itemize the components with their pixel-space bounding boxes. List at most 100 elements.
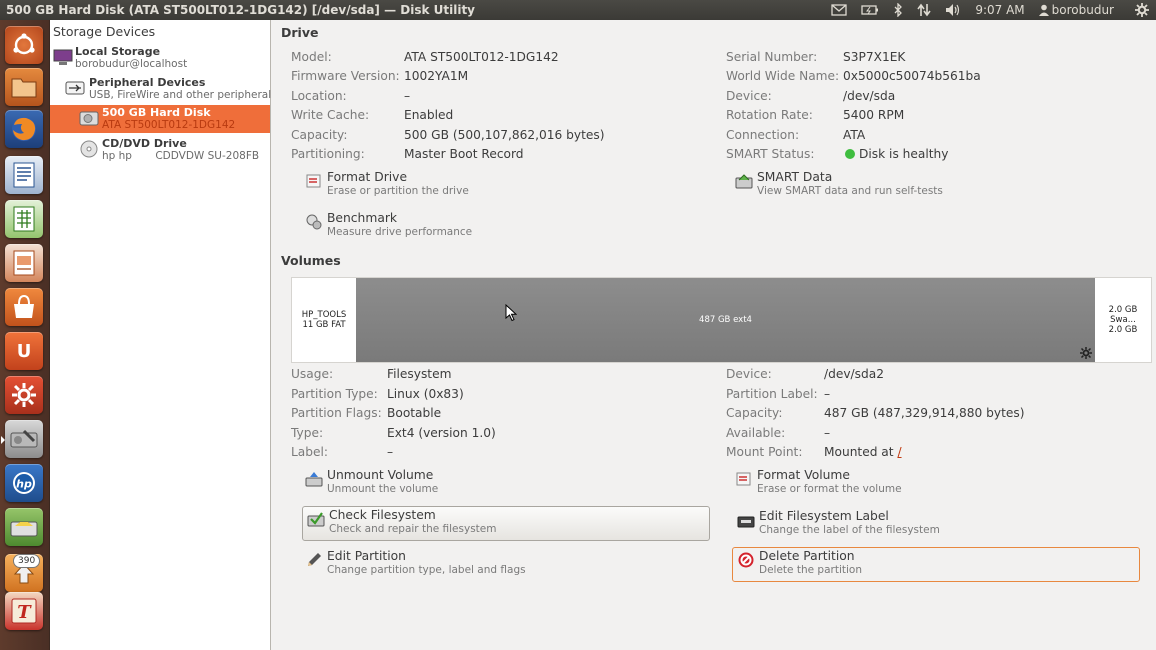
delete-partition-subtitle: Delete the partition xyxy=(759,564,862,576)
unmount-subtitle: Unmount the volume xyxy=(327,483,439,495)
label-label: Label: xyxy=(291,445,328,459)
format-volume-icon xyxy=(736,472,751,486)
volume-capacity-label: Capacity: xyxy=(726,406,783,420)
mount-point-link[interactable]: / xyxy=(897,445,901,459)
capacity-label: Capacity: xyxy=(291,128,348,142)
network-icon[interactable] xyxy=(917,3,931,17)
user-name: borobudur xyxy=(1051,3,1114,17)
wwn-label: World Wide Name: xyxy=(726,69,840,83)
device-500gb-hard-disk[interactable]: 500 GB Hard Disk ATA ST500LT012-1DG142 xyxy=(50,105,270,133)
benchmark-title: Benchmark xyxy=(327,211,398,225)
session-gear-icon[interactable] xyxy=(1135,3,1149,17)
edit-label-icon xyxy=(737,516,755,528)
device-name: 500 GB Hard Disk xyxy=(102,106,211,119)
partition-label-value: – xyxy=(824,387,831,401)
write-cache-value: Enabled xyxy=(404,108,454,122)
system-tray: 9:07 AM borobudur xyxy=(824,0,1156,20)
dash-home-icon[interactable] xyxy=(5,26,43,64)
volume-segment-ext4[interactable]: 487 GB ext4 xyxy=(356,278,1095,362)
edit-label-subtitle: Change the label of the filesystem xyxy=(759,524,940,536)
format-drive-subtitle: Erase or partition the drive xyxy=(327,185,469,197)
device-name: Peripheral Devices xyxy=(89,76,206,89)
segment-name: 2.0 GB Swa... xyxy=(1108,305,1138,325)
software-center-icon[interactable] xyxy=(5,288,43,326)
partition-label-label: Partition Label: xyxy=(726,387,818,401)
format-volume-button[interactable]: Format Volume Erase or format the volume xyxy=(731,467,991,500)
check-filesystem-title: Check Filesystem xyxy=(329,508,436,522)
updates-count-badge: 390 xyxy=(13,554,41,568)
edit-partition-button[interactable]: Edit Partition Change partition type, la… xyxy=(301,548,561,581)
device-name: Local Storage xyxy=(75,45,161,58)
svg-text:hp: hp xyxy=(16,478,32,491)
rotation-value: 5400 RPM xyxy=(843,108,905,122)
smart-data-button[interactable]: SMART Data View SMART data and run self-… xyxy=(731,169,991,202)
label-value: – xyxy=(387,445,394,459)
volume-segment-hp-tools[interactable]: HP_TOOLS 11 GB FAT xyxy=(292,278,356,362)
format-drive-button[interactable]: Format Drive Erase or partition the driv… xyxy=(301,169,541,202)
device-subtitle: hp hp CDDVDW SU-208FB xyxy=(102,150,260,162)
delete-partition-button[interactable]: Delete Partition Delete the partition xyxy=(732,547,1140,582)
check-filesystem-subtitle: Check and repair the filesystem xyxy=(329,523,497,535)
device-label: Device: xyxy=(726,89,772,103)
clock[interactable]: 9:07 AM xyxy=(975,3,1024,17)
battery-icon[interactable] xyxy=(861,4,879,16)
partition-type-value: Linux (0x83) xyxy=(387,387,464,401)
mounted-gear-icon xyxy=(1080,347,1092,359)
format-drive-icon xyxy=(306,174,321,188)
device-subtitle: ATA ST500LT012-1DG142 xyxy=(102,119,236,131)
disk-utility-icon[interactable] xyxy=(5,420,43,458)
user-icon xyxy=(1038,4,1049,16)
mail-icon[interactable] xyxy=(831,4,847,16)
calc-icon[interactable] xyxy=(5,200,43,238)
ubuntu-one-icon[interactable]: U xyxy=(5,332,43,370)
smart-status-label: SMART Status: xyxy=(726,147,815,161)
impress-icon[interactable] xyxy=(5,244,43,282)
serial-label: Serial Number: xyxy=(726,50,818,64)
firefox-icon[interactable] xyxy=(5,110,43,148)
top-panel: 500 GB Hard Disk (ATA ST500LT012-1DG142)… xyxy=(0,0,1156,20)
delete-icon xyxy=(738,552,754,568)
smart-status-value: Disk is healthy xyxy=(845,147,948,161)
hp-icon[interactable]: hp xyxy=(5,464,43,502)
volume-icon[interactable] xyxy=(945,3,961,17)
active-app-indicator xyxy=(1,436,5,444)
partition-type-label: Partition Type: xyxy=(291,387,378,401)
segment-name: HP_TOOLS xyxy=(301,310,347,320)
edit-filesystem-label-button[interactable]: Edit Filesystem Label Change the label o… xyxy=(733,508,993,541)
mount-point-label: Mount Point: xyxy=(726,445,803,459)
usage-label: Usage: xyxy=(291,367,334,381)
benchmark-button[interactable]: Benchmark Measure drive performance xyxy=(301,210,541,243)
healthy-status-icon xyxy=(845,149,855,159)
device-name: CD/DVD Drive xyxy=(102,137,187,150)
unmount-volume-button[interactable]: Unmount Volume Unmount the volume xyxy=(301,467,541,500)
device-local-storage[interactable]: Local Storage borobudur@localhost xyxy=(50,44,270,72)
drive-heading: Drive xyxy=(281,25,319,40)
device-peripheral-devices[interactable]: Peripheral Devices USB, FireWire and oth… xyxy=(50,75,277,103)
writer-icon[interactable] xyxy=(5,156,43,194)
pencil-icon xyxy=(308,553,321,566)
smart-data-title: SMART Data xyxy=(757,170,833,184)
files-icon[interactable] xyxy=(5,68,43,106)
smart-status-text: Disk is healthy xyxy=(859,147,949,161)
unmount-icon xyxy=(305,472,323,487)
drive-monitor-icon[interactable] xyxy=(5,508,43,546)
model-label: Model: xyxy=(291,50,332,64)
terminal-app-icon[interactable]: T xyxy=(5,592,43,630)
device-cd-dvd-drive[interactable]: CD/DVD Drive hp hp CDDVDW SU-208FB xyxy=(50,136,270,164)
mount-point-value: Mounted at / xyxy=(824,445,902,459)
optical-drive-icon xyxy=(80,140,98,158)
model-value: ATA ST500LT012-1DG142 xyxy=(404,50,559,64)
system-settings-icon[interactable] xyxy=(5,376,43,414)
volume-segment-swap[interactable]: 2.0 GB Swa... 2.0 GB xyxy=(1095,278,1151,362)
bluetooth-icon[interactable] xyxy=(893,3,903,17)
volumes-map: HP_TOOLS 11 GB FAT 487 GB ext4 2.0 GB Sw… xyxy=(291,277,1152,363)
volume-capacity-value: 487 GB (487,329,914,880 bytes) xyxy=(824,406,1025,420)
benchmark-subtitle: Measure drive performance xyxy=(327,226,473,238)
user-menu[interactable]: borobudur xyxy=(1038,3,1121,17)
device-subtitle: USB, FireWire and other peripherals xyxy=(89,89,277,101)
launcher: U hp 390 T xyxy=(0,20,50,650)
available-value: – xyxy=(824,426,831,440)
format-volume-title: Format Volume xyxy=(757,468,850,482)
check-filesystem-button[interactable]: Check Filesystem Check and repair the fi… xyxy=(302,506,710,541)
device-value: /dev/sda xyxy=(843,89,896,103)
